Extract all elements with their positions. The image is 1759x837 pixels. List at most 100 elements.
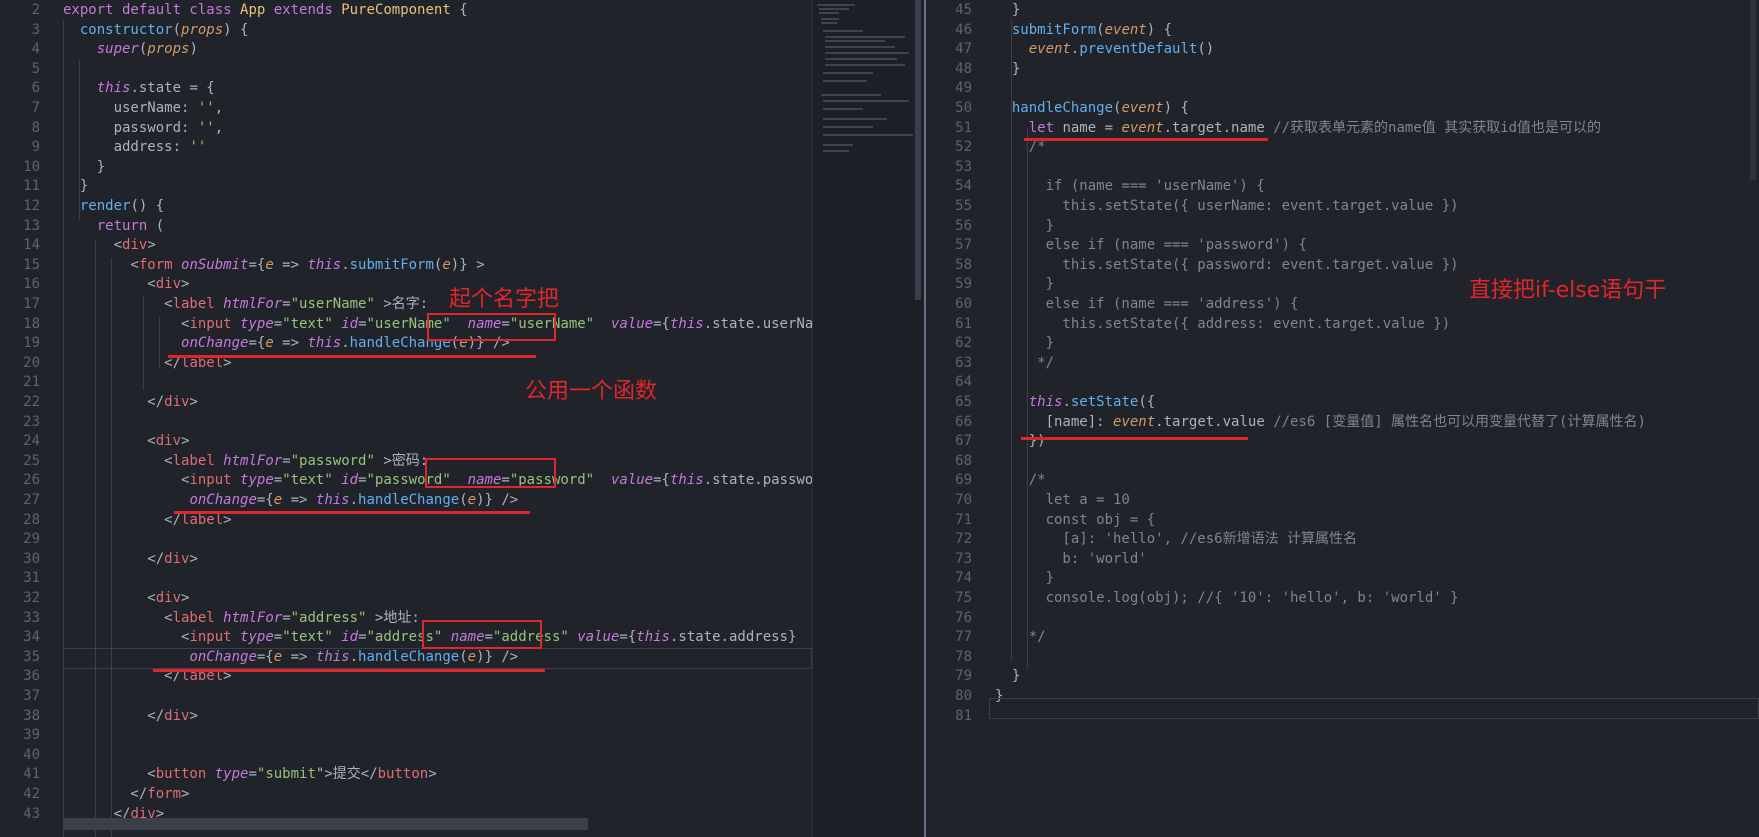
code-line[interactable]: 13 return ( [0, 217, 812, 237]
code-text: <label htmlFor="password" >密码: [63, 452, 429, 469]
code-line[interactable]: 37 [0, 687, 812, 707]
code-line[interactable]: 25 <label htmlFor="password" >密码: [0, 452, 812, 472]
code-text: export default class App extends PureCom… [63, 2, 468, 18]
code-line[interactable]: 14 <div> [0, 236, 812, 256]
code-line[interactable]: 68 [932, 452, 1759, 472]
code-line[interactable]: 24 <div> [0, 432, 812, 452]
code-line[interactable]: 4 super(props) [0, 40, 812, 60]
code-line[interactable]: 31 [0, 569, 812, 589]
code-line[interactable]: 62 } [932, 334, 1759, 354]
code-line[interactable]: 55 this.setState({ userName: event.targe… [932, 197, 1759, 217]
code-line[interactable]: 19 onChange={e => this.handleChange(e)} … [0, 334, 812, 354]
line-number: 73 [955, 550, 972, 567]
code-text: <div> [63, 590, 190, 606]
line-number: 14 [23, 237, 40, 254]
line-number: 64 [955, 374, 972, 391]
code-line[interactable]: 41 <button type="submit">提交</button> [0, 765, 812, 785]
code-line[interactable]: 51 let name = event.target.name //获取表单元素… [932, 119, 1759, 139]
code-text: /* [1028, 139, 1046, 156]
code-line[interactable]: 3 constructor(props) { [0, 21, 812, 41]
code-line[interactable]: 11 } [0, 177, 812, 197]
code-line[interactable]: 18 <input type="text" id="userName" name… [0, 315, 812, 335]
line-number: 72 [955, 531, 972, 548]
code-text: }) [995, 433, 1046, 450]
line-number: 38 [23, 707, 40, 724]
code-line[interactable]: 39 [0, 726, 812, 746]
line-number: 21 [23, 374, 40, 391]
code-line[interactable]: 17 <label htmlFor="userName" >名字: [0, 295, 812, 315]
code-line[interactable]: 66 [name]: event.target.value //es6 [变量值… [932, 413, 1759, 433]
code-line[interactable]: 65 this.setState({ [932, 393, 1759, 413]
code-line[interactable]: 74 } [932, 569, 1759, 589]
code-line[interactable]: 47 event.preventDefault() [932, 40, 1759, 60]
line-number: 65 [955, 394, 972, 410]
code-line[interactable]: 67 }) [932, 432, 1759, 452]
code-line[interactable]: 34 <input type="text" id="address" name=… [0, 628, 812, 648]
code-line[interactable]: 33 <label htmlFor="address" >地址: [0, 609, 812, 629]
horizontal-scrollbar[interactable] [63, 818, 588, 830]
right-editor-pane[interactable]: 45 } 46 submitForm(event) {47 event.preve… [932, 0, 1759, 837]
code-line[interactable]: 22 </div> [0, 393, 812, 413]
code-line[interactable]: 5 [0, 60, 812, 80]
underline-onchange-2 [174, 511, 530, 514]
code-line[interactable]: 32 <div> [0, 589, 812, 609]
code-text: */ [995, 354, 1055, 371]
minimap[interactable] [812, 0, 923, 837]
code-line[interactable]: 2 export default class App extends PureCo… [0, 1, 812, 21]
line-number: 45 [955, 2, 972, 18]
code-line[interactable]: 42 </form> [0, 785, 812, 805]
code-line[interactable]: 23 [0, 413, 812, 433]
code-line[interactable]: 72 [a]: 'hello', //es6新增语法 计算属性名 [932, 530, 1759, 550]
code-line[interactable]: 63 */ [932, 354, 1759, 374]
code-line[interactable]: 53 [932, 158, 1759, 178]
code-line[interactable]: 76 [932, 609, 1759, 629]
code-line[interactable]: 8 password: '', [0, 119, 812, 139]
code-line[interactable]: 73 b: 'world' [932, 550, 1759, 570]
code-line[interactable]: 57 else if (name === 'password') { [932, 236, 1759, 256]
code-line[interactable]: 10 } [0, 158, 812, 178]
code-line[interactable]: 54 if (name === 'userName') { [932, 177, 1759, 197]
code-line[interactable]: 29 [0, 530, 812, 550]
split-divider[interactable] [924, 0, 926, 837]
code-line[interactable]: 15 <form onSubmit={e => this.submitForm(… [0, 256, 812, 276]
code-line[interactable]: 6 this.state = { [0, 79, 812, 99]
line-number: 22 [23, 394, 40, 410]
code-line[interactable]: 30 </div> [0, 550, 812, 570]
code-line[interactable]: 45 } [932, 1, 1759, 21]
code-line[interactable]: 7 userName: '', [0, 99, 812, 119]
left-editor-pane[interactable]: 2 export default class App extends PureCo… [0, 0, 812, 837]
vertical-scrollbar-left[interactable] [915, 0, 921, 300]
code-line[interactable]: 49 [932, 79, 1759, 99]
code-line[interactable]: 69 /* [932, 471, 1759, 491]
code-line[interactable]: 46 submitForm(event) { [932, 21, 1759, 41]
code-line[interactable]: 77 */ [932, 628, 1759, 648]
code-line[interactable]: 64 [932, 373, 1759, 393]
code-line[interactable]: 12 render() { [0, 197, 812, 217]
line-number: 66 [955, 413, 972, 430]
code-line[interactable]: 75 console.log(obj); //{ '10': 'hello', … [932, 589, 1759, 609]
code-line[interactable]: 9 address: '' [0, 138, 812, 158]
code-line[interactable]: 71 const obj = { [932, 511, 1759, 531]
code-line[interactable]: 26 <input type="text" id="password" name… [0, 471, 812, 491]
code-line[interactable]: 79 } [932, 667, 1759, 687]
highlight-box-username [427, 313, 556, 341]
code-line[interactable]: 21 [0, 373, 812, 393]
line-number: 24 [23, 433, 40, 450]
line-number: 50 [955, 100, 972, 116]
code-line[interactable]: 56 } [932, 217, 1759, 237]
code-line[interactable]: 48 } [932, 60, 1759, 80]
vertical-scrollbar-right[interactable] [1750, 0, 1756, 180]
code-line[interactable]: 40 [0, 746, 812, 766]
code-line[interactable]: 52 /* [932, 138, 1759, 158]
code-line[interactable]: 70 let a = 10 [932, 491, 1759, 511]
line-number: 48 [955, 60, 972, 77]
code-line[interactable]: 61 this.setState({ address: event.target… [932, 315, 1759, 335]
code-line[interactable]: 16 <div> [0, 275, 812, 295]
code-text: userName: '', [63, 100, 224, 116]
code-text: </div> [63, 394, 198, 410]
code-line[interactable]: 78 [932, 648, 1759, 668]
code-line[interactable]: 50 handleChange(event) { [932, 99, 1759, 119]
code-line[interactable]: 38 </div> [0, 707, 812, 727]
code-text: */ [995, 629, 1046, 646]
code-line[interactable]: 27 onChange={e => this.handleChange(e)} … [0, 491, 812, 511]
